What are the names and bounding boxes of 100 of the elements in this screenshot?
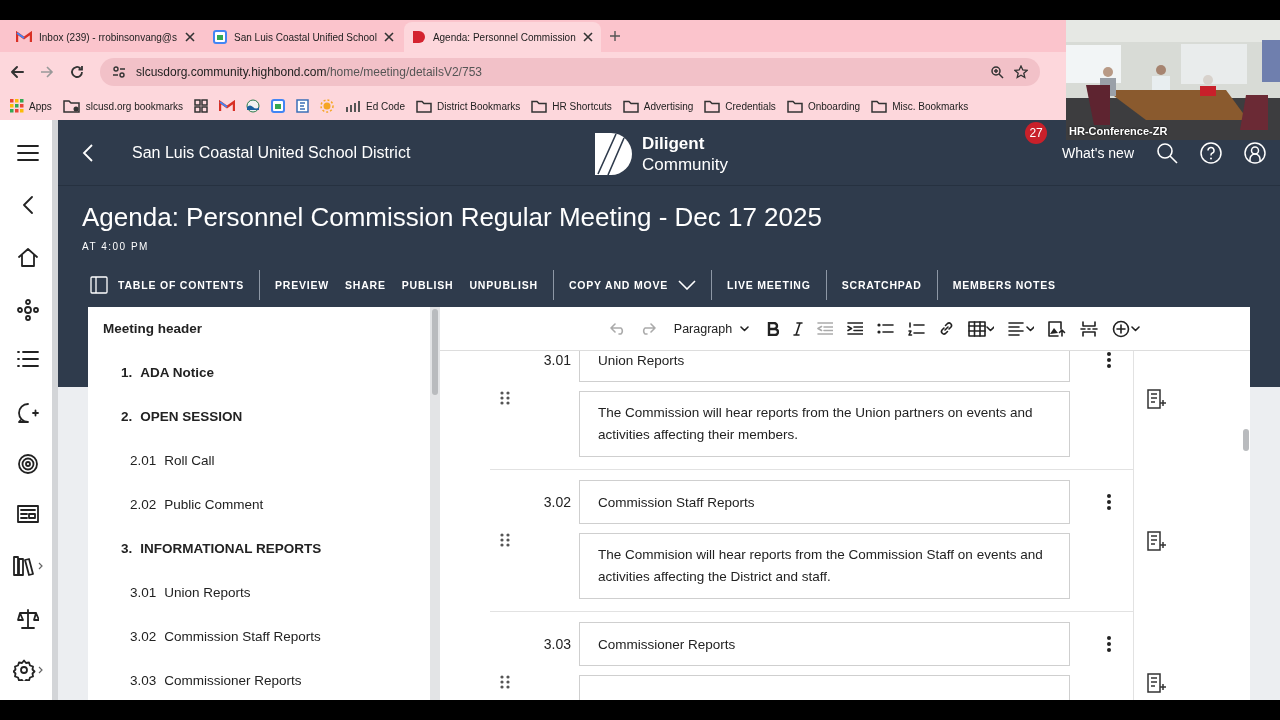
- table-icon[interactable]: [968, 320, 995, 337]
- more-icon[interactable]: [1106, 494, 1111, 510]
- toc-item[interactable]: 3.02 Commission Staff Reports: [88, 614, 430, 658]
- bookmark[interactable]: District Bookmarks: [416, 99, 521, 113]
- notification-badge: 27: [1025, 121, 1048, 144]
- bookmark[interactable]: [219, 100, 236, 112]
- item-title-field[interactable]: Commission Staff Reports: [579, 480, 1070, 524]
- logo-icon: [411, 30, 426, 44]
- user-icon[interactable]: [1244, 141, 1266, 164]
- toc-item[interactable]: 3.03 Commissioner Reports: [88, 658, 430, 700]
- toolbar-action[interactable]: PUBLISH: [401, 279, 454, 291]
- drag-handle-icon[interactable]: [500, 532, 510, 547]
- block-style-dropdown[interactable]: Paragraph: [673, 321, 750, 336]
- add-note-icon[interactable]: [1147, 531, 1167, 551]
- toolbar-action[interactable]: SHARE: [345, 279, 386, 291]
- drag-handle-icon[interactable]: [500, 390, 510, 405]
- toc-item[interactable]: 1. ADA Notice: [88, 350, 430, 394]
- page-break-icon[interactable]: [1080, 320, 1099, 337]
- zoom-icon: [991, 65, 1004, 79]
- bookmark[interactable]: HR Shortcuts: [531, 99, 612, 113]
- toc-heading[interactable]: Meeting header: [88, 307, 430, 350]
- newspaper-icon[interactable]: [17, 504, 39, 523]
- home-icon[interactable]: [17, 247, 39, 267]
- bookmark[interactable]: Credentials: [704, 99, 776, 113]
- browser-tab[interactable]: Inbox (239) - rrobinsonvang@s: [8, 22, 203, 52]
- bookmark[interactable]: Advertising: [622, 99, 694, 113]
- help-icon[interactable]: [1200, 141, 1222, 164]
- toolbar-action[interactable]: UNPUBLISH: [469, 279, 538, 291]
- item-description-field[interactable]: The Commission will hear reports from the Union partners on events and activities affecting their members.: [579, 391, 1070, 457]
- align-icon[interactable]: [1008, 321, 1035, 336]
- toolbar-action[interactable]: MEMBERS NOTES: [952, 279, 1056, 291]
- toc-item[interactable]: 2.02 Public Comment: [88, 482, 430, 526]
- star-icon: [1014, 65, 1028, 79]
- bookmark[interactable]: Ed Code: [345, 99, 405, 113]
- back-icon[interactable]: [22, 195, 34, 214]
- close-icon: [185, 32, 195, 42]
- numbered-list-icon[interactable]: [908, 321, 926, 336]
- toolbar-action[interactable]: PREVIEW: [275, 279, 329, 291]
- item-number: 3.03: [542, 635, 572, 654]
- italic-icon[interactable]: [793, 321, 804, 336]
- whats-new-link[interactable]: What's new: [1062, 144, 1134, 161]
- video-caption: HR-Conference-ZR: [1069, 125, 1168, 137]
- scrollbar-thumb[interactable]: [1243, 429, 1249, 451]
- back-icon: [10, 65, 24, 79]
- add-note-icon[interactable]: [1147, 673, 1167, 693]
- list-icon[interactable]: [17, 350, 39, 368]
- scales-icon[interactable]: [17, 607, 39, 630]
- panel-icon: [90, 276, 108, 294]
- browser-tab[interactable]: Agenda: Personnel Commission: [403, 22, 601, 52]
- folder-icon: [786, 99, 803, 113]
- address-bar[interactable]: slcusdorg.community.highbond.com/home/meeting/detailsV2/753: [100, 58, 1040, 86]
- folder-icon: [704, 99, 721, 113]
- item-title-field[interactable]: Union Reports: [579, 351, 1070, 382]
- meeting-time: AT 4:00 PM: [82, 241, 150, 252]
- image-upload-icon[interactable]: [1048, 320, 1067, 337]
- search-icon[interactable]: [1156, 141, 1178, 164]
- bookmark[interactable]: slcusd.org bookmarks: [62, 99, 184, 113]
- item-title-field[interactable]: Commissioner Reports: [579, 622, 1070, 666]
- bookmark[interactable]: [246, 99, 261, 113]
- toolbar-action[interactable]: SCRATCHPAD: [841, 279, 922, 291]
- toc-item[interactable]: 3. INFORMATIONAL REPORTS: [88, 526, 430, 570]
- scrollbar-thumb[interactable]: [432, 309, 438, 395]
- site-settings-icon: [112, 66, 126, 78]
- chart-icon: [345, 99, 362, 113]
- document-icon: [296, 99, 310, 113]
- url-text: slcusdorg.community.highbond.com/home/meeting/detailsV2/753: [136, 65, 483, 79]
- network-icon[interactable]: [17, 298, 39, 321]
- gear-icon[interactable]: [13, 659, 43, 681]
- item-description-field[interactable]: The Commision will hear reports from the Commission Staff on events and activities affecting the District and staff.: [579, 533, 1070, 599]
- toolbar-action[interactable]: TABLE OF CONTENTS: [90, 276, 244, 294]
- toolbar-action[interactable]: COPY AND MOVE: [568, 279, 696, 291]
- books-icon[interactable]: [13, 556, 43, 576]
- toc-item[interactable]: 2.01 Roll Call: [88, 438, 430, 482]
- link-icon[interactable]: [939, 321, 955, 336]
- bookmark[interactable]: [296, 99, 310, 113]
- logo-text: Community: [642, 154, 728, 175]
- calendar-icon: [213, 30, 227, 44]
- bookmark[interactable]: [271, 99, 286, 113]
- bookmark[interactable]: Apps: [10, 99, 52, 113]
- bookmark[interactable]: Misc. Bookmarks: [871, 99, 969, 113]
- drag-handle-icon[interactable]: [500, 674, 510, 689]
- more-icon[interactable]: [1106, 636, 1111, 652]
- folder-icon: [871, 99, 888, 113]
- toc-item[interactable]: 2. OPEN SESSION: [88, 394, 430, 438]
- target-icon[interactable]: [17, 453, 39, 475]
- folder-icon: [622, 99, 639, 113]
- bookmark[interactable]: Onboarding: [786, 99, 861, 113]
- more-icon[interactable]: [1106, 352, 1111, 368]
- add-note-icon[interactable]: [1147, 389, 1167, 409]
- new-tab-icon: [608, 30, 621, 42]
- browser-tab[interactable]: San Luis Coastal Unified School: [205, 22, 402, 52]
- bulleted-list-icon[interactable]: [877, 322, 895, 335]
- chat-plus-icon[interactable]: [17, 401, 39, 424]
- menu-icon[interactable]: [17, 144, 39, 162]
- bold-icon[interactable]: [767, 321, 780, 336]
- toolbar-action[interactable]: LIVE MEETING: [727, 279, 811, 291]
- insert-icon[interactable]: [1112, 319, 1141, 338]
- bookmark[interactable]: [194, 99, 209, 113]
- toc-item[interactable]: 3.01 Union Reports: [88, 570, 430, 614]
- indent-icon[interactable]: [847, 322, 864, 335]
